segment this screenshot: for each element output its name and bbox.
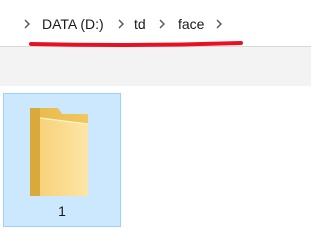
folder-item[interactable]: 1: [3, 93, 121, 227]
chevron-right-icon[interactable]: [22, 18, 32, 30]
folder-name: 1: [58, 203, 66, 219]
chevron-right-icon[interactable]: [214, 18, 224, 30]
chevron-right-icon[interactable]: [157, 18, 167, 30]
chevron-right-icon[interactable]: [116, 18, 126, 30]
folder-icon: [30, 108, 89, 196]
breadcrumb-item-td[interactable]: td: [134, 15, 146, 33]
toolbar-band: [0, 47, 311, 86]
breadcrumb-item-face[interactable]: face: [178, 15, 204, 33]
breadcrumb-item-data-drive[interactable]: DATA (D:): [42, 15, 104, 33]
